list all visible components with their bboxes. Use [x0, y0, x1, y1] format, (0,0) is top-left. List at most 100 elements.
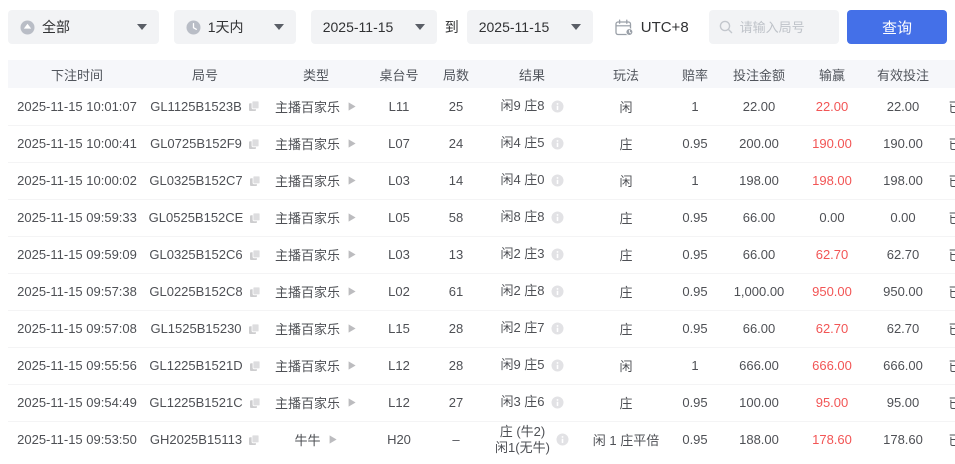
cell-bet-amount: 1,000.00 [720, 273, 798, 311]
info-icon[interactable] [556, 433, 569, 446]
cell-round-count: 58 [430, 199, 482, 237]
timezone-value: UTC+8 [640, 18, 689, 36]
play-icon[interactable] [327, 434, 338, 445]
cell-game-type: 主播百家乐 [264, 199, 368, 237]
column-header-7: 赔率 [670, 60, 720, 88]
copy-icon[interactable] [248, 100, 260, 112]
copy-icon[interactable] [248, 138, 260, 150]
cell-round-id-text: GL1125B1523B [150, 98, 242, 114]
cell-result-text: 闲8 庄8 [500, 209, 545, 225]
play-icon[interactable] [346, 212, 357, 223]
cell-play-method: 闲 [582, 162, 670, 200]
search-input[interactable] [739, 19, 830, 35]
search-icon [719, 20, 733, 34]
game-filter-dropdown[interactable]: 全部 [8, 10, 159, 44]
cell-valid-bet-text: 178.60 [883, 432, 923, 448]
cell-round-count: 13 [430, 236, 482, 274]
cell-bet-amount-text: 666.00 [739, 358, 779, 373]
cell-bet-time-text: 2025-11-15 09:53:50 [17, 432, 137, 448]
copy-icon[interactable] [249, 360, 261, 372]
cell-play-method-text: 庄 [619, 248, 633, 263]
cell-status: 已派彩 [940, 421, 955, 458]
date-to-picker[interactable]: 2025-11-15 [466, 10, 593, 44]
play-icon[interactable] [346, 360, 357, 371]
cell-round-count-text: 28 [448, 321, 464, 336]
cell-table-no-text: L02 [388, 284, 410, 299]
cell-game-type: 主播百家乐 [264, 125, 368, 163]
play-icon[interactable] [346, 101, 357, 112]
info-icon[interactable] [551, 248, 564, 261]
cell-game-type-text: 主播百家乐 [274, 99, 340, 115]
cell-bet-amount: 100.00 [720, 384, 798, 422]
copy-icon[interactable] [249, 249, 261, 261]
copy-icon[interactable] [248, 434, 260, 446]
play-icon[interactable] [346, 138, 357, 149]
play-icon[interactable] [346, 175, 357, 186]
timezone-indicator[interactable]: UTC+8 [615, 19, 689, 36]
play-icon[interactable] [346, 249, 357, 260]
cell-bet-time-text: 2025-11-15 10:00:41 [17, 136, 137, 151]
info-icon[interactable] [551, 322, 564, 335]
cell-bet-time-text: 2025-11-15 09:54:49 [17, 395, 137, 410]
cell-win-loss-text: 95.00 [815, 395, 849, 410]
table-row: 2025-11-15 10:00:41 GL0725B152F9 主播百家乐 L07 2… [8, 125, 955, 163]
cell-round-id: GL0525B152CE [146, 199, 264, 237]
chevron-down-icon [136, 24, 147, 30]
copy-icon[interactable] [248, 323, 260, 335]
time-range-dropdown[interactable]: 1天内 [173, 10, 296, 44]
cell-round-id-text: GL0225B152C8 [149, 284, 243, 299]
cell-play-method-text: 庄 [619, 322, 633, 337]
info-icon[interactable] [551, 174, 564, 187]
column-header-0: 下注时间 [8, 60, 146, 88]
cell-game-type-text: 牛牛 [294, 433, 321, 449]
cell-play-method-text: 闲 [619, 99, 633, 115]
info-icon[interactable] [551, 285, 564, 298]
play-icon[interactable] [346, 286, 357, 297]
cell-status-text: 已派彩 [948, 211, 955, 226]
cell-odds: 0.95 [670, 310, 720, 348]
info-icon[interactable] [551, 396, 564, 409]
cell-bet-amount: 66.00 [720, 199, 798, 237]
copy-icon[interactable] [249, 286, 261, 298]
cell-round-id: GL0725B152F9 [146, 125, 264, 163]
cell-valid-bet: 190.00 [866, 125, 940, 163]
cell-table-no: L15 [368, 310, 430, 348]
cell-status-text: 已派彩 [948, 99, 955, 115]
cell-win-loss: 190.00 [798, 125, 866, 163]
copy-icon[interactable] [249, 397, 261, 409]
column-header-6: 玩法 [582, 60, 670, 88]
cell-win-loss-text: 950.00 [812, 284, 852, 299]
cell-round-count: 61 [430, 273, 482, 311]
column-header-1: 局号 [146, 60, 264, 88]
cell-play-method-text: 庄 [619, 396, 633, 411]
table-row: 2025-11-15 09:53:50 GH2025B15113 牛牛 H20 – 庄 (… [8, 421, 955, 458]
cell-round-count: 28 [430, 347, 482, 385]
records-tbody: 2025-11-15 10:01:07 GL1125B1523B 主播百家乐 L11 2… [8, 88, 955, 458]
copy-icon[interactable] [249, 212, 261, 224]
cell-round-id-text: GL1225B1521C [149, 395, 243, 410]
cell-status: 已派彩 [940, 162, 955, 200]
cell-win-loss-text: 198.00 [812, 173, 852, 188]
cell-round-count-text: 27 [448, 395, 464, 410]
cell-result-text: 闲3 庄6 [500, 394, 545, 410]
cell-valid-bet: 0.00 [866, 199, 940, 237]
cell-round-id-text: GL1225B1521D [149, 358, 243, 373]
cell-play-method-text: 庄 [619, 285, 633, 300]
copy-icon[interactable] [249, 175, 261, 187]
info-icon[interactable] [551, 137, 564, 150]
cell-valid-bet: 95.00 [866, 384, 940, 422]
play-icon[interactable] [346, 397, 357, 408]
cell-bet-amount: 66.00 [720, 236, 798, 274]
info-icon[interactable] [551, 211, 564, 224]
date-from-picker[interactable]: 2025-11-15 [310, 10, 437, 44]
info-icon[interactable] [551, 359, 564, 372]
play-icon[interactable] [346, 323, 357, 334]
cell-status-text: 已派彩 [948, 137, 955, 152]
info-icon[interactable] [551, 100, 564, 113]
cell-bet-time-text: 2025-11-15 09:57:08 [17, 321, 137, 336]
circle-arrow-icon [20, 20, 35, 35]
cell-status-text: 已派彩 [948, 322, 955, 337]
cell-table-no-text: L03 [388, 173, 410, 188]
table-row: 2025-11-15 09:57:38 GL0225B152C8 主播百家乐 L02 6… [8, 273, 955, 311]
query-button[interactable]: 查询 [847, 10, 947, 44]
